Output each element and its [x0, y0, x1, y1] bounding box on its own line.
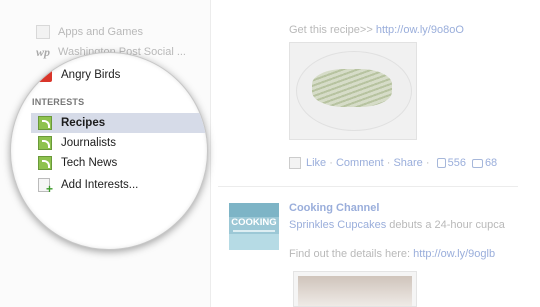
post2-headline: Sprinkles Cupcakes debuts a 24-hour cupc…: [289, 219, 505, 231]
apps-icon: [36, 25, 50, 39]
post1-text: Get this recipe>> http://ow.ly/9o8oO: [289, 24, 464, 36]
post2-photo[interactable]: [293, 271, 417, 307]
page-name-link[interactable]: Cooking Channel: [289, 202, 379, 214]
cooking-channel-avatar[interactable]: COOKING: [229, 203, 279, 250]
app-icon: [289, 157, 301, 170]
sidebar-item-label: Recipes: [61, 117, 106, 129]
share-link[interactable]: Share: [393, 157, 422, 169]
sidebar-item-label: Angry Birds: [61, 69, 121, 81]
post2-details: Find out the details here: http://ow.ly/…: [289, 248, 495, 260]
green-beans-image: [312, 69, 392, 107]
post1-actions: Like · Comment · Share · 556 68: [289, 156, 497, 170]
avatar-band: [229, 203, 279, 217]
post-divider: [218, 186, 518, 187]
headline-link[interactable]: Sprinkles Cupcakes: [289, 219, 386, 231]
headline-text: debuts a 24-hour cupca: [386, 219, 505, 231]
column-divider: [210, 0, 211, 307]
post2-page-name[interactable]: Cooking Channel: [289, 202, 379, 214]
separator: ·: [326, 157, 336, 169]
angry-birds-icon: [38, 68, 52, 82]
comments-count[interactable]: 68: [485, 157, 497, 169]
details-text: Find out the details here:: [289, 248, 414, 260]
interests-heading: INTERESTS: [32, 97, 85, 107]
magnifier-circle: Angry Birds INTERESTS Recipes Journalist…: [10, 52, 208, 250]
sidebar-item-label: Add Interests...: [61, 179, 139, 191]
comment-icon: [471, 158, 483, 168]
like-link[interactable]: Like: [306, 157, 326, 169]
photo-image: [298, 276, 412, 306]
avatar-band: [229, 234, 279, 250]
add-list-icon: [38, 178, 53, 195]
likes-count[interactable]: 556: [448, 157, 466, 169]
sidebar-item-label: Apps and Games: [58, 26, 143, 38]
washington-post-icon: wp: [36, 45, 51, 59]
comment-link[interactable]: Comment: [336, 157, 384, 169]
sidebar-item-label: Tech News: [61, 157, 118, 169]
separator: ·: [383, 157, 394, 169]
details-link[interactable]: http://ow.ly/9oglb: [413, 248, 495, 260]
selected-row-highlight: [31, 113, 207, 133]
post1-link[interactable]: http://ow.ly/9o8oO: [376, 24, 464, 36]
avatar-subline: [233, 230, 275, 232]
feed-list-icon: [38, 116, 52, 130]
feed-list-icon: [38, 156, 52, 170]
avatar-text: COOKING: [231, 217, 277, 228]
post1-body: Get this recipe>>: [289, 24, 376, 36]
feed-list-icon: [38, 136, 52, 150]
thumbs-up-icon: [436, 158, 446, 169]
separator: ·: [422, 157, 433, 169]
sidebar-item-label: Journalists: [61, 137, 116, 149]
post1-photo[interactable]: [289, 42, 417, 140]
